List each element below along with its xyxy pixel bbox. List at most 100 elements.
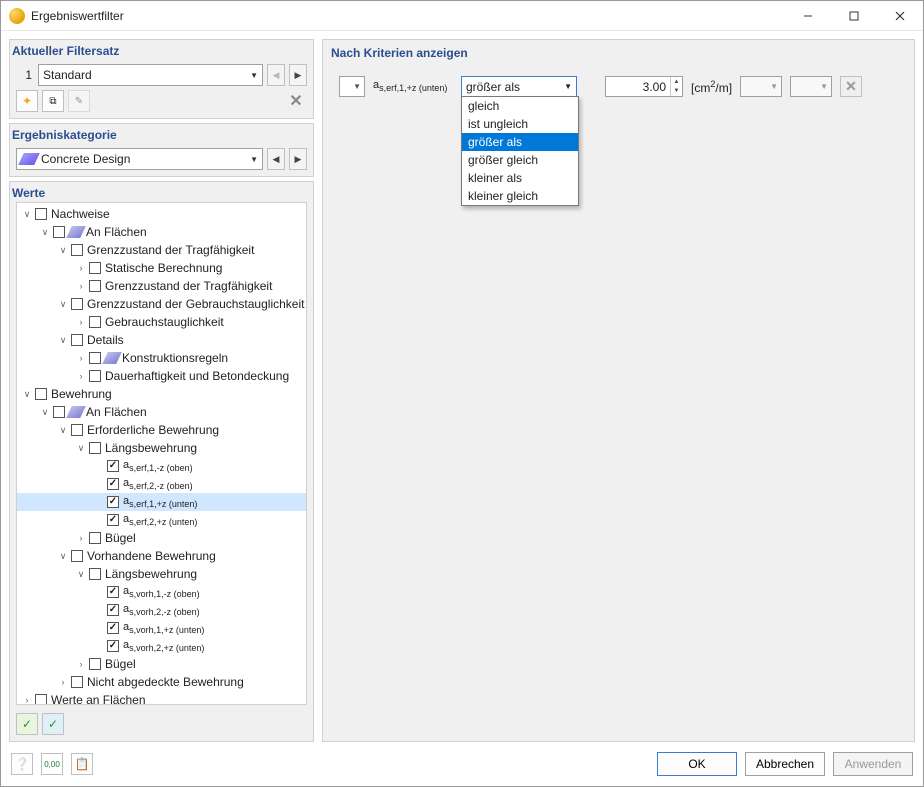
- tree-node[interactable]: Werte an Flächen: [51, 693, 146, 705]
- tree-leaf[interactable]: as,vorh,1,+z (unten): [123, 621, 204, 635]
- toggle-icon[interactable]: ∨: [57, 299, 69, 310]
- checkbox[interactable]: [89, 316, 101, 328]
- tree-node[interactable]: Bügel: [105, 531, 136, 545]
- value-input[interactable]: 3.00 ▲ ▼: [605, 76, 683, 97]
- checkbox[interactable]: [71, 550, 83, 562]
- tree-node[interactable]: Details: [87, 333, 124, 347]
- tree-node[interactable]: Dauerhaftigkeit und Betondeckung: [105, 369, 289, 383]
- checkbox[interactable]: [107, 514, 119, 526]
- operator-option[interactable]: kleiner gleich: [462, 187, 578, 205]
- toggle-icon[interactable]: ›: [75, 659, 87, 669]
- toggle-icon[interactable]: ∨: [75, 443, 87, 454]
- tree-node[interactable]: Nachweise: [51, 207, 110, 221]
- tree-leaf[interactable]: as,erf,2,+z (unten): [123, 513, 197, 527]
- values-tree[interactable]: ∨Nachweise ∨An Flächen ∨Grenzzustand der…: [17, 205, 306, 705]
- category-next-button[interactable]: ▶: [289, 148, 307, 170]
- checkbox[interactable]: [35, 388, 47, 400]
- tree-leaf[interactable]: as,vorh,2,+z (unten): [123, 639, 204, 653]
- uncheck-all-button[interactable]: ✓: [42, 713, 64, 735]
- checkbox[interactable]: [107, 478, 119, 490]
- extra-combo-1[interactable]: ▼: [740, 76, 782, 97]
- checkbox[interactable]: [35, 208, 47, 220]
- operator-option[interactable]: ist ungleich: [462, 115, 578, 133]
- tree-node[interactable]: Gebrauchstauglichkeit: [105, 315, 224, 329]
- value-step-down[interactable]: ▼: [670, 87, 682, 97]
- tree-node[interactable]: Grenzzustand der Tragfähigkeit: [87, 243, 254, 257]
- tree-node[interactable]: Nicht abgedeckte Bewehrung: [87, 675, 244, 689]
- units-button[interactable]: 0,00: [41, 753, 63, 775]
- check-all-button[interactable]: ✓: [16, 713, 38, 735]
- checkbox[interactable]: [89, 262, 101, 274]
- toggle-icon[interactable]: ›: [75, 317, 87, 327]
- delete-criterion-button[interactable]: ✕: [840, 76, 862, 97]
- toggle-icon[interactable]: ∨: [39, 407, 51, 418]
- checkbox[interactable]: [89, 532, 101, 544]
- tree-node[interactable]: Vorhandene Bewehrung: [87, 549, 216, 563]
- checkbox[interactable]: [53, 226, 65, 238]
- toggle-icon[interactable]: ›: [75, 371, 87, 381]
- tree-leaf[interactable]: as,vorh,2,-z (oben): [123, 603, 200, 617]
- checkbox[interactable]: [107, 622, 119, 634]
- maximize-button[interactable]: [831, 1, 877, 31]
- tree-leaf[interactable]: as,erf,1,-z (oben): [123, 459, 193, 473]
- toggle-icon[interactable]: ›: [57, 677, 69, 687]
- toggle-icon[interactable]: ∨: [75, 569, 87, 580]
- minimize-button[interactable]: [785, 1, 831, 31]
- tree-node[interactable]: Längsbewehrung: [105, 441, 197, 455]
- tree-node[interactable]: Erforderliche Bewehrung: [87, 423, 219, 437]
- toggle-icon[interactable]: ›: [21, 695, 33, 705]
- toggle-icon[interactable]: ∨: [57, 551, 69, 562]
- close-button[interactable]: [877, 1, 923, 31]
- operator-option[interactable]: gleich: [462, 97, 578, 115]
- checkbox[interactable]: [71, 424, 83, 436]
- tree-node[interactable]: Bewehrung: [51, 387, 112, 401]
- toggle-icon[interactable]: ›: [75, 353, 87, 363]
- toggle-icon[interactable]: ∨: [57, 425, 69, 436]
- extra-combo-2[interactable]: ▼: [790, 76, 832, 97]
- help-button[interactable]: ❔: [11, 753, 33, 775]
- edit-filter-button[interactable]: ✎: [68, 90, 90, 112]
- tree-node[interactable]: Längsbewehrung: [105, 567, 197, 581]
- checkbox[interactable]: [71, 334, 83, 346]
- toggle-icon[interactable]: ∨: [21, 209, 33, 220]
- checkbox[interactable]: [107, 586, 119, 598]
- category-prev-button[interactable]: ◀: [267, 148, 285, 170]
- checkbox[interactable]: [71, 676, 83, 688]
- checkbox[interactable]: [53, 406, 65, 418]
- checkbox[interactable]: [89, 442, 101, 454]
- operator-option[interactable]: größer gleich: [462, 151, 578, 169]
- cancel-button[interactable]: Abbrechen: [745, 752, 825, 776]
- tree-node[interactable]: Konstruktionsregeln: [122, 351, 228, 365]
- toggle-icon[interactable]: ∨: [57, 335, 69, 346]
- filterset-next-button[interactable]: ▶: [289, 64, 307, 86]
- tree-node[interactable]: An Flächen: [86, 405, 147, 419]
- checkbox[interactable]: [71, 244, 83, 256]
- tree-node[interactable]: Grenzzustand der Tragfähigkeit: [105, 279, 272, 293]
- operator-dropdown[interactable]: gleich ist ungleich größer als größer gl…: [461, 96, 579, 206]
- tree-node[interactable]: Grenzzustand der Gebrauchstauglichkeit: [87, 297, 304, 311]
- filterset-prev-button[interactable]: ◀: [267, 64, 285, 86]
- tree-leaf-selected[interactable]: as,erf,1,+z (unten): [123, 495, 197, 509]
- checkbox[interactable]: [89, 568, 101, 580]
- ok-button[interactable]: OK: [657, 752, 737, 776]
- checkbox[interactable]: [89, 370, 101, 382]
- copy-filter-button[interactable]: ⧉: [42, 90, 64, 112]
- checkbox[interactable]: [107, 640, 119, 652]
- tree-leaf[interactable]: as,erf,2,-z (oben): [123, 477, 193, 491]
- tree-node[interactable]: Statische Berechnung: [105, 261, 222, 275]
- checkbox[interactable]: [89, 352, 101, 364]
- value-step-up[interactable]: ▲: [670, 77, 682, 87]
- toggle-icon[interactable]: ›: [75, 263, 87, 273]
- toggle-icon[interactable]: ›: [75, 533, 87, 543]
- toggle-icon[interactable]: ∨: [57, 245, 69, 256]
- operator-combo[interactable]: größer als ▼ gleich ist ungleich größer …: [461, 76, 577, 97]
- toggle-icon[interactable]: ∨: [39, 227, 51, 238]
- checkbox[interactable]: [89, 658, 101, 670]
- delete-filter-button[interactable]: ✕: [285, 90, 307, 112]
- toggle-icon[interactable]: ∨: [21, 389, 33, 400]
- tree-node[interactable]: An Flächen: [86, 225, 147, 239]
- logical-op-combo[interactable]: ▼: [339, 76, 365, 97]
- tree-leaf[interactable]: as,vorh,1,-z (oben): [123, 585, 200, 599]
- checkbox[interactable]: [107, 496, 119, 508]
- apply-button[interactable]: Anwenden: [833, 752, 913, 776]
